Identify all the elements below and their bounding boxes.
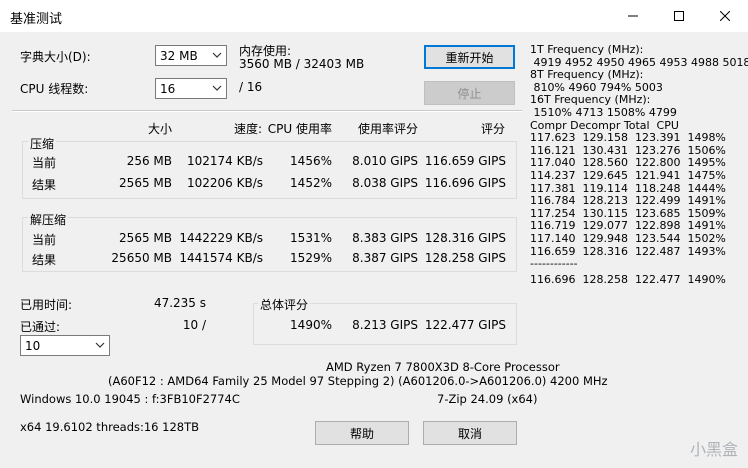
- dict-size-label: 字典大小(D):: [20, 50, 91, 64]
- total-title: 总体评分: [258, 296, 311, 313]
- minimize-button[interactable]: [610, 0, 656, 32]
- decompress-current-label: 当前: [32, 233, 57, 247]
- title-bar: 基准测试: [0, 0, 748, 32]
- cancel-button[interactable]: 取消: [423, 421, 517, 445]
- watermark: 小黑盒: [690, 436, 738, 460]
- dict-size-value: 32 MB: [160, 49, 198, 63]
- log-line: 8T Frequency (MHz):: [530, 68, 644, 82]
- decompress-current-usage: 1531%: [290, 231, 332, 245]
- elapsed-label: 已用时间:: [20, 298, 73, 312]
- compress-current-speed: 102174 KB/s: [186, 154, 263, 168]
- decompress-result-label: 结果: [32, 253, 57, 267]
- log-line: ------------: [530, 257, 578, 271]
- chevron-down-icon: [212, 85, 222, 91]
- benchmark-log: 1T Frequency (MHz): 4919 4952 4950 4965 …: [530, 43, 748, 286]
- compress-result-label: 结果: [32, 178, 57, 192]
- restart-label: 重新开始: [445, 50, 494, 65]
- cpu-name: AMD Ryzen 7 7800X3D 8-Core Processor: [326, 360, 560, 374]
- cpu-details: (A60F12 : AMD64 Family 25 Model 97 Stepp…: [108, 374, 608, 388]
- cpu-threads-total: / 16: [239, 80, 263, 94]
- os-info: Windows 10.0 19045 : f:3FB10F2774C: [20, 392, 240, 406]
- dict-size-select[interactable]: 32 MB: [155, 45, 227, 66]
- header-cpu-usage: CPU 使用率: [267, 122, 332, 136]
- compress-current-label: 当前: [32, 156, 57, 170]
- decompress-result-speed: 1441574 KB/s: [179, 251, 263, 265]
- decompress-result-size: 25650 MB: [111, 251, 172, 265]
- header-speed: 速度:: [233, 122, 262, 136]
- decompress-result-usage: 1529%: [290, 251, 332, 265]
- compress-current-rating: 116.659 GIPS: [424, 154, 506, 168]
- compress-title: 压缩: [28, 135, 57, 152]
- watermark-text: 小黑盒: [689, 440, 738, 459]
- compress-group: [22, 141, 517, 199]
- decompress-title: 解压缩: [28, 211, 69, 228]
- maximize-icon: [674, 11, 684, 21]
- log-line: 117.623 129.158 123.391 1498%: [530, 131, 726, 145]
- passed-label: 已通过:: [20, 320, 61, 334]
- compress-current-usage: 1456%: [290, 154, 332, 168]
- decompress-result-ru: 8.387 GIPS: [352, 251, 418, 265]
- total-rating: 122.477 GIPS: [424, 318, 506, 332]
- header-size: 大小: [147, 122, 172, 136]
- header-rating-usage: 使用率评分: [357, 122, 418, 136]
- compress-result-rating: 116.696 GIPS: [424, 176, 506, 190]
- compress-result-usage: 1452%: [290, 176, 332, 190]
- separator: [12, 110, 522, 112]
- compress-result-size: 2565 MB: [119, 176, 172, 190]
- log-line: 117.140 129.948 123.544 1502%: [530, 231, 726, 245]
- passed-value: 10 /: [182, 318, 206, 332]
- compress-current-size: 256 MB: [126, 154, 172, 168]
- decompress-result-rating: 128.258 GIPS: [424, 251, 506, 265]
- version-info: 7-Zip 24.09 (x64): [437, 392, 538, 406]
- cpu-threads-label: CPU 线程数:: [20, 82, 89, 96]
- total-ru: 8.213 GIPS: [352, 318, 418, 332]
- cpu-threads-select[interactable]: 16: [155, 78, 227, 99]
- log-line: 1T Frequency (MHz):: [530, 43, 644, 56]
- elapsed-value: 47.235 s: [153, 296, 206, 310]
- decompress-current-ru: 8.383 GIPS: [352, 231, 418, 245]
- decompress-current-rating: 128.316 GIPS: [424, 231, 506, 245]
- compress-result-speed: 102206 KB/s: [186, 176, 263, 190]
- maximize-button[interactable]: [656, 0, 702, 32]
- chevron-down-icon: [95, 342, 105, 348]
- minimize-icon: [628, 15, 638, 17]
- compress-current-ru: 8.010 GIPS: [352, 154, 418, 168]
- log-line: 1510% 4713 1508% 4799: [530, 105, 677, 119]
- decompress-current-speed: 1442229 KB/s: [179, 231, 263, 245]
- memory-value: 3560 MB / 32403 MB: [239, 57, 365, 71]
- log-line: 114.237 129.645 121.941 1475%: [530, 168, 726, 182]
- close-button[interactable]: [702, 0, 748, 32]
- window-title: 基准测试: [10, 12, 63, 27]
- log-line: 116.784 128.213 122.499 1491%: [530, 194, 726, 208]
- cancel-label: 取消: [457, 426, 482, 441]
- arch-info: x64 19.6102 threads:16 128TB: [20, 420, 200, 434]
- passes-value: 10: [25, 339, 41, 353]
- log-line: 116.696 128.258 122.477 1490%: [530, 272, 726, 286]
- total-usage: 1490%: [290, 318, 332, 332]
- header-rating: 评分: [480, 122, 505, 136]
- help-label: 帮助: [349, 426, 374, 441]
- passes-select[interactable]: 10: [20, 335, 110, 356]
- cpu-threads-value: 16: [160, 82, 176, 96]
- close-icon: [720, 11, 730, 21]
- chevron-down-icon: [212, 52, 222, 58]
- decompress-current-size: 2565 MB: [119, 231, 172, 245]
- compress-result-ru: 8.038 GIPS: [352, 176, 418, 190]
- stop-button[interactable]: 停止: [424, 81, 515, 105]
- help-button[interactable]: 帮助: [315, 421, 409, 445]
- stop-label: 停止: [457, 86, 482, 101]
- restart-button[interactable]: 重新开始: [424, 45, 515, 69]
